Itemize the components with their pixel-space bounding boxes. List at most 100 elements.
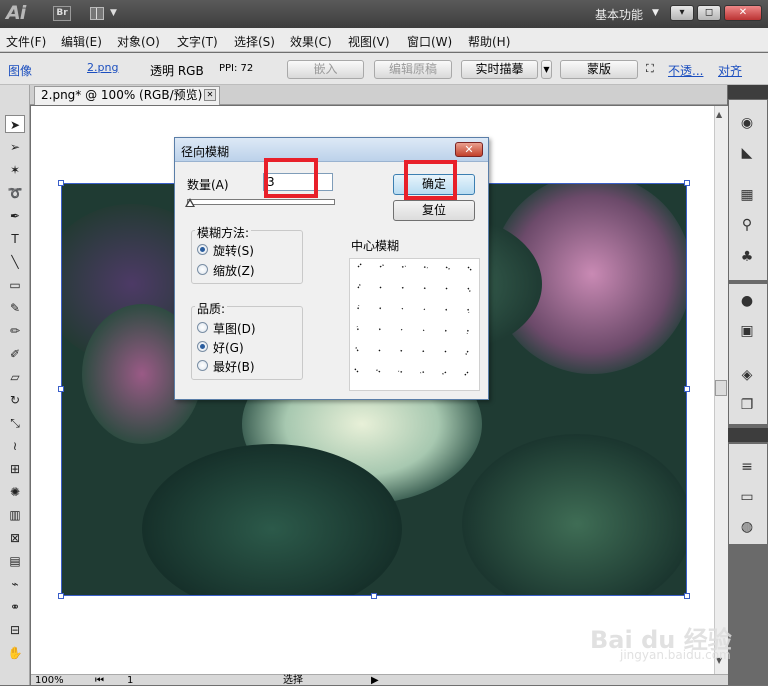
menu-effect[interactable]: 效果(C) (290, 33, 332, 50)
blur-mark (421, 350, 425, 353)
dialog-title-bar[interactable]: 径向模糊 ✕ (175, 138, 488, 162)
scroll-up-icon[interactable]: ▲ (716, 110, 722, 119)
swatches-icon[interactable]: ▦ (737, 186, 757, 204)
blur-mark (445, 308, 448, 312)
live-trace-options-icon[interactable]: ▼ (541, 60, 552, 79)
eraser-icon[interactable]: ▱ (5, 368, 25, 386)
pencil-icon[interactable]: ✏ (5, 322, 25, 340)
gradient-panel-icon[interactable]: ▭ (737, 488, 757, 506)
slice-icon[interactable]: ⊟ (5, 621, 25, 639)
embed-button[interactable]: 嵌入 (287, 60, 364, 79)
blur-mark (356, 326, 359, 331)
tab-close-icon[interactable]: ✕ (204, 89, 216, 101)
workspace-switcher[interactable]: 基本功能 (595, 6, 643, 23)
linked-file-name[interactable]: 2.png (87, 61, 118, 74)
bridge-button[interactable]: Br (53, 6, 71, 21)
method-spin-label[interactable]: 旋转(S) (213, 242, 254, 259)
method-zoom-radio[interactable] (197, 264, 208, 275)
quality-good-label[interactable]: 好(G) (213, 339, 244, 356)
method-zoom-label[interactable]: 缩放(Z) (213, 262, 255, 279)
mesh-icon[interactable]: ⊠ (5, 529, 25, 547)
pen-icon[interactable]: ✒ (5, 207, 25, 225)
type-icon[interactable]: T (5, 230, 25, 248)
gradient-icon[interactable]: ▤ (5, 552, 25, 570)
mask-button[interactable]: 蒙版 (560, 60, 638, 79)
method-spin-radio[interactable] (197, 244, 208, 255)
blob-brush-icon[interactable]: ✐ (5, 345, 25, 363)
direct-selection-icon[interactable]: ➢ (5, 138, 25, 156)
stroke-icon[interactable]: ≡ (737, 458, 757, 476)
line-icon[interactable]: ╲ (5, 253, 25, 271)
blur-mark (398, 370, 403, 373)
quality-best-label[interactable]: 最好(B) (213, 358, 255, 375)
document-tab[interactable]: 2.png* @ 100% (RGB/预览) (34, 86, 220, 105)
workspace-chevron-icon[interactable]: ▼ (652, 8, 659, 18)
rectangle-icon[interactable]: ▭ (5, 276, 25, 294)
transparency-icon[interactable]: ◍ (737, 518, 757, 536)
chevron-down-icon: ▼ (110, 8, 117, 18)
appearance-icon[interactable]: ● (737, 292, 757, 310)
menu-object[interactable]: 对象(O) (117, 33, 160, 50)
menu-type[interactable]: 文字(T) (177, 33, 218, 50)
rotate-icon[interactable]: ↻ (5, 391, 25, 409)
dock-collapse-bar[interactable] (728, 428, 768, 442)
edit-original-button[interactable]: 编辑原稿 (374, 60, 452, 79)
scale-icon[interactable]: ⤡ (5, 414, 25, 432)
live-trace-button[interactable]: 实时描摹 (461, 60, 538, 79)
paintbrush-icon[interactable]: ✎ (5, 299, 25, 317)
blur-mark (443, 350, 447, 354)
selection-handle[interactable] (684, 386, 690, 392)
color-panel-icon[interactable]: ◉ (737, 114, 757, 132)
artboards-icon[interactable]: ❐ (737, 396, 757, 414)
selection-handle[interactable] (371, 593, 377, 599)
scroll-thumb[interactable] (715, 380, 727, 396)
column-graph-icon[interactable]: ▥ (5, 506, 25, 524)
menu-window[interactable]: 窗口(W) (407, 33, 452, 50)
color-guide-icon[interactable]: ◣ (737, 144, 757, 162)
dock-collapse-bar[interactable] (728, 85, 768, 99)
reset-button[interactable]: 复位 (393, 200, 475, 221)
restore-button[interactable]: ◻ (697, 5, 721, 21)
quality-good-radio[interactable] (197, 341, 208, 352)
object-type-label[interactable]: 图像 (8, 62, 32, 79)
quality-best-radio[interactable] (197, 360, 208, 371)
opacity-link[interactable]: 不透... (668, 62, 703, 79)
selection-icon[interactable]: ➤ (5, 115, 25, 133)
graphic-styles-icon[interactable]: ▣ (737, 322, 757, 340)
lasso-icon[interactable]: ➰ (5, 184, 25, 202)
menu-select[interactable]: 选择(S) (234, 33, 275, 50)
hand-icon[interactable]: ✋ (5, 644, 25, 662)
magic-wand-icon[interactable]: ✶ (5, 161, 25, 179)
eyedropper-icon[interactable]: ⌁ (5, 575, 25, 593)
blur-mark (376, 369, 381, 373)
align-link[interactable]: 对齐 (718, 62, 742, 79)
selection-handle[interactable] (684, 180, 690, 186)
minimize-button[interactable]: ▾ (670, 5, 694, 21)
dialog-close-button[interactable]: ✕ (455, 142, 483, 157)
menu-help[interactable]: 帮助(H) (468, 33, 510, 50)
symbols-icon[interactable]: ♣ (737, 248, 757, 266)
selection-handle[interactable] (684, 593, 690, 599)
close-window-button[interactable]: ✕ (724, 5, 762, 21)
blur-center-preview[interactable] (349, 258, 480, 391)
warp-icon[interactable]: ≀ (5, 437, 25, 455)
layers-icon[interactable]: ◈ (737, 366, 757, 384)
menu-edit[interactable]: 编辑(E) (61, 33, 102, 50)
quality-draft-label[interactable]: 草图(D) (213, 320, 256, 337)
selection-handle[interactable] (58, 593, 64, 599)
blend-icon[interactable]: ⚭ (5, 598, 25, 616)
blur-mark (357, 305, 360, 310)
brushes-icon[interactable]: ⚲ (737, 216, 757, 234)
selection-handle[interactable] (58, 386, 64, 392)
transform-icon[interactable]: ⛶ (646, 62, 654, 76)
selection-handle[interactable] (58, 180, 64, 186)
symbol-sprayer-icon[interactable]: ✺ (5, 483, 25, 501)
quality-draft-radio[interactable] (197, 322, 208, 333)
amount-slider[interactable] (187, 199, 335, 205)
arrange-documents-button[interactable]: ▼ (90, 5, 120, 23)
free-transform-icon[interactable]: ⊞ (5, 460, 25, 478)
slider-thumb-icon[interactable] (185, 198, 195, 207)
blur-mark (399, 349, 403, 352)
menu-view[interactable]: 视图(V) (348, 33, 390, 50)
menu-file[interactable]: 文件(F) (6, 33, 46, 50)
